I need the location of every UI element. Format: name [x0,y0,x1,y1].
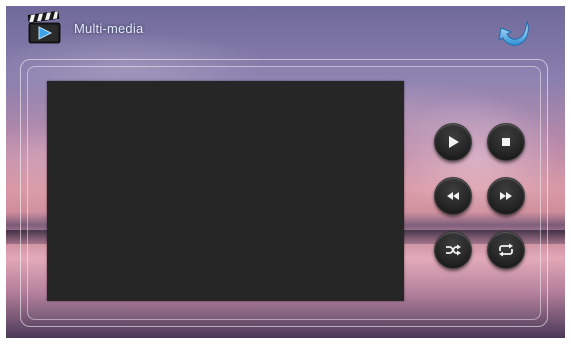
play-button[interactable] [434,123,472,161]
shuffle-icon [446,244,461,256]
clapperboard-play-icon [26,10,66,45]
shuffle-button[interactable] [434,231,472,269]
repeat-icon [499,243,513,257]
fast-forward-icon [500,192,512,200]
back-button[interactable] [497,18,533,48]
header: Multi-media [26,10,144,45]
back-arrow-icon [498,20,529,46]
play-icon [449,136,459,148]
fast-forward-button[interactable] [487,177,525,215]
video-display-area[interactable] [47,81,404,301]
stop-icon [502,138,510,146]
rewind-icon [447,192,459,200]
rewind-button[interactable] [434,177,472,215]
page-title: Multi-media [74,20,144,36]
repeat-button[interactable] [487,231,525,269]
stop-button[interactable] [487,123,525,161]
